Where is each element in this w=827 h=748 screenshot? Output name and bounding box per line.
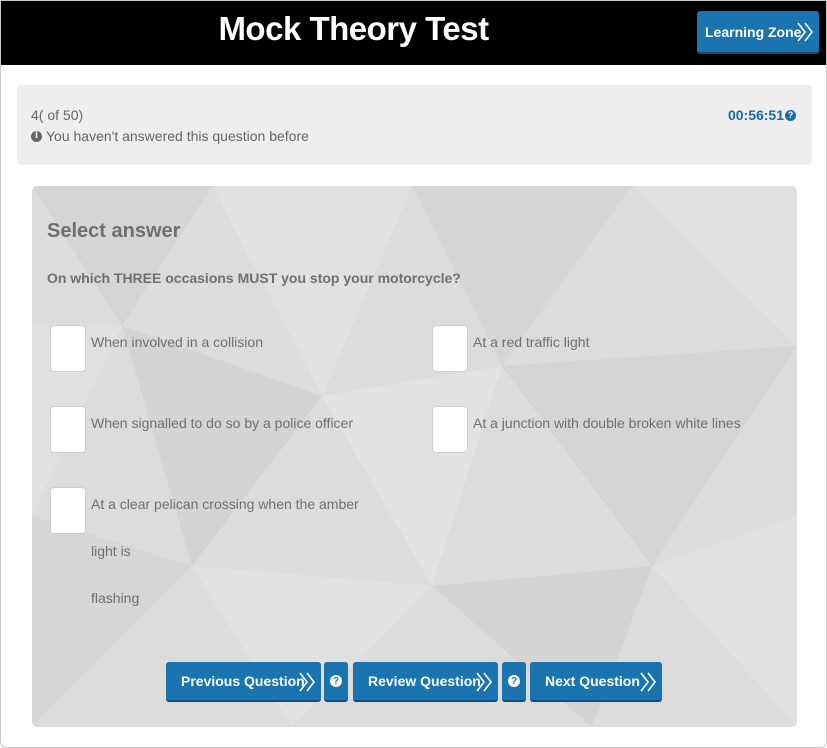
review-question-label: Review Question	[368, 673, 481, 689]
answer-status-note: i You haven't answered this question bef…	[31, 128, 309, 144]
review-question-button[interactable]: Review Question	[353, 662, 498, 702]
previous-question-label: Previous Question	[181, 673, 305, 689]
page-title: Mock Theory Test	[218, 10, 489, 47]
answer-label-line: flashing	[91, 590, 140, 606]
answer-checkbox[interactable]	[50, 325, 86, 372]
answer-checkbox[interactable]	[432, 406, 468, 453]
previous-question-button[interactable]: Previous Question	[166, 662, 321, 702]
timer-value: 00:56:51	[727, 107, 784, 123]
answer-option-5[interactable]: At a clear pelican crossing when the amb…	[50, 487, 381, 622]
learning-zone-label: Learning Zone	[705, 23, 802, 40]
answer-status-text: You haven't answered this question befor…	[46, 128, 309, 144]
double-chevron-right-icon	[797, 22, 814, 42]
info-icon: i	[31, 130, 42, 142]
answer-checkbox[interactable]	[432, 325, 468, 372]
answer-label: At a junction with double broken white l…	[473, 415, 741, 431]
header-bar: Mock Theory Test Learning Zone	[1, 1, 826, 65]
double-chevron-right-icon	[476, 672, 493, 692]
next-question-label: Next Question	[545, 673, 640, 689]
double-chevron-right-icon	[640, 672, 657, 692]
answer-option-3[interactable]: When signalled to do so by a police offi…	[50, 406, 353, 453]
select-answer-heading: Select answer	[47, 220, 181, 242]
answer-label: When involved in a collision	[91, 334, 263, 350]
learning-zone-button[interactable]: Learning Zone	[697, 11, 819, 54]
answer-checkbox[interactable]	[50, 487, 86, 534]
background-pattern	[32, 186, 797, 727]
question-counter: 4( of 50)	[31, 107, 84, 123]
answer-label: At a clear pelican crossing when the amb…	[91, 481, 381, 622]
question-circle-icon: ?	[508, 675, 520, 687]
double-chevron-right-icon	[299, 672, 316, 692]
question-panel: Select answer On which THREE occasions M…	[32, 186, 797, 727]
answer-option-1[interactable]: When involved in a collision	[50, 325, 263, 372]
answer-label: When signalled to do so by a police offi…	[91, 415, 354, 431]
answer-checkbox[interactable]	[50, 406, 86, 453]
previous-help-button[interactable]: ?	[324, 662, 348, 702]
countdown-timer: 00:56:51 ?	[728, 107, 796, 123]
timer-help-icon[interactable]: ?	[785, 109, 796, 121]
answer-label-line: At a clear pelican crossing when the amb…	[91, 496, 359, 559]
question-text: On which THREE occasions MUST you stop y…	[47, 270, 461, 286]
review-help-button[interactable]: ?	[502, 662, 526, 702]
question-status-bar: 4( of 50) i You haven't answered this qu…	[17, 85, 812, 165]
answer-option-2[interactable]: At a red traffic light	[432, 325, 589, 372]
question-circle-icon: ?	[330, 675, 342, 687]
next-question-button[interactable]: Next Question	[530, 662, 662, 702]
answer-label: At a red traffic light	[473, 334, 590, 350]
page-frame: Mock Theory Test Learning Zone 4( of 50)…	[0, 0, 827, 748]
answer-option-4[interactable]: At a junction with double broken white l…	[432, 406, 741, 453]
